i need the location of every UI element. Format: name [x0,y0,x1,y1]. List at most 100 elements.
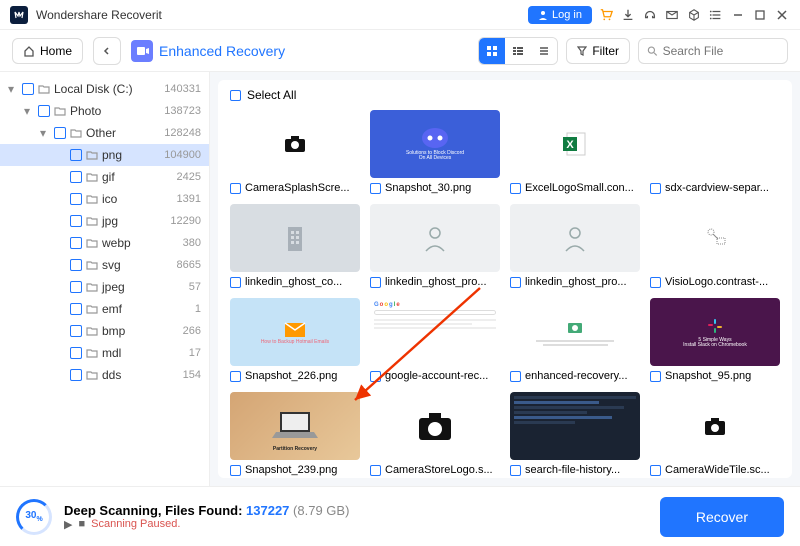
file-card[interactable]: 5 Simple WaysInstall Slack on Chromebook… [650,298,780,382]
status-main: Deep Scanning, Files Found: 137227 (8.79… [64,503,648,518]
file-card[interactable]: CameraStoreLogo.s... [370,392,500,476]
file-name: Snapshot_30.png [385,182,471,194]
minimize-icon[interactable] [730,7,746,23]
tree-row-dds[interactable]: dds154 [0,364,209,386]
folder-icon [54,105,66,117]
tree-checkbox[interactable] [70,215,82,227]
tree-count: 1 [195,303,201,315]
tree-row-gif[interactable]: gif2425 [0,166,209,188]
tree-row-ico[interactable]: ico1391 [0,188,209,210]
tree-checkbox[interactable] [54,127,66,139]
search-input[interactable] [663,44,779,58]
tree-row-bmp[interactable]: bmp266 [0,320,209,342]
tree-count: 1391 [177,193,201,205]
file-card[interactable]: Solutions to Block DiscordOn All Devices… [370,110,500,194]
file-card[interactable]: linkedin_ghost_pro... [510,204,640,288]
file-card[interactable]: enhanced-recovery... [510,298,640,382]
file-thumbnail [370,204,500,272]
file-name: ExcelLogoSmall.con... [525,182,634,194]
filter-button[interactable]: Filter [566,38,630,64]
stop-icon[interactable]: ■ [78,518,85,530]
tree-checkbox[interactable] [70,259,82,271]
file-checkbox[interactable] [230,371,241,382]
tree-checkbox[interactable] [70,369,82,381]
view-list-button[interactable] [531,38,557,64]
tree-checkbox[interactable] [70,325,82,337]
file-card[interactable]: Googlegoogle-account-rec... [370,298,500,382]
file-name: CameraStoreLogo.s... [385,464,493,476]
file-checkbox[interactable] [370,183,381,194]
file-checkbox[interactable] [230,277,241,288]
tree-row-jpeg[interactable]: jpeg57 [0,276,209,298]
file-card[interactable]: CameraWideTile.sc... [650,392,780,476]
file-card[interactable]: sdx-cardview-separ... [650,110,780,194]
file-checkbox[interactable] [370,277,381,288]
grid-scroll[interactable]: CameraSplashScre...Solutions to Block Di… [218,110,792,478]
file-checkbox[interactable] [650,465,661,476]
file-card[interactable]: linkedin_ghost_pro... [370,204,500,288]
login-button[interactable]: Log in [528,6,592,24]
file-card[interactable]: XExcelLogoSmall.con... [510,110,640,194]
select-all-checkbox[interactable] [230,90,241,101]
file-card[interactable]: VisioLogo.contrast-... [650,204,780,288]
file-card[interactable]: linkedin_ghost_co... [230,204,360,288]
tree-row-emf[interactable]: emf1 [0,298,209,320]
file-card[interactable]: How to Backup Hotmail EmailsSnapshot_226… [230,298,360,382]
tree-count: 140331 [164,83,201,95]
filter-label: Filter [592,44,619,58]
recover-button[interactable]: Recover [660,497,784,537]
tree-row-svg[interactable]: svg8665 [0,254,209,276]
file-card[interactable]: CameraSplashScre... [230,110,360,194]
download-icon[interactable] [620,7,636,23]
file-name: Snapshot_226.png [245,370,337,382]
menu-icon[interactable] [708,7,724,23]
tree-checkbox[interactable] [70,347,82,359]
tree-checkbox[interactable] [22,83,34,95]
tree-checkbox[interactable] [38,105,50,117]
tree-checkbox[interactable] [70,193,82,205]
view-grid-button[interactable] [479,38,505,64]
tree-row-webp[interactable]: webp380 [0,232,209,254]
back-button[interactable] [93,37,121,65]
file-checkbox[interactable] [650,277,661,288]
close-icon[interactable] [774,7,790,23]
file-checkbox[interactable] [510,371,521,382]
cart-icon[interactable] [598,7,614,23]
file-checkbox[interactable] [510,183,521,194]
tree-checkbox[interactable] [70,281,82,293]
file-checkbox[interactable] [510,465,521,476]
tree-row-mdl[interactable]: mdl17 [0,342,209,364]
headset-icon[interactable] [642,7,658,23]
file-card[interactable]: Partition RecoverySnapshot_239.png [230,392,360,476]
tree-checkbox[interactable] [70,171,82,183]
home-button[interactable]: Home [12,38,83,64]
file-thumbnail [650,392,780,460]
folder-icon [86,237,98,249]
file-checkbox[interactable] [230,465,241,476]
file-checkbox[interactable] [370,465,381,476]
tree-row-local-disk--c--[interactable]: ▾Local Disk (C:)140331 [0,78,209,100]
tree-row-other[interactable]: ▾Other128248 [0,122,209,144]
file-card[interactable]: search-file-history... [510,392,640,476]
file-checkbox[interactable] [650,371,661,382]
view-detail-button[interactable] [505,38,531,64]
select-all-row[interactable]: Select All [218,80,792,110]
file-checkbox[interactable] [370,371,381,382]
play-icon[interactable]: ▶ [64,518,72,531]
tree-row-png[interactable]: png104900 [0,144,209,166]
tree-count: 128248 [164,127,201,139]
tree-checkbox[interactable] [70,237,82,249]
file-checkbox[interactable] [650,183,661,194]
mode-label: Enhanced Recovery [159,43,285,59]
mail-icon[interactable] [664,7,680,23]
cube-icon[interactable] [686,7,702,23]
search-box[interactable] [638,38,788,64]
tree-row-photo[interactable]: ▾Photo138723 [0,100,209,122]
tree-row-jpg[interactable]: jpg12290 [0,210,209,232]
tree-checkbox[interactable] [70,149,82,161]
file-checkbox[interactable] [230,183,241,194]
maximize-icon[interactable] [752,7,768,23]
body: ▾Local Disk (C:)140331▾Photo138723▾Other… [0,72,800,486]
tree-checkbox[interactable] [70,303,82,315]
file-checkbox[interactable] [510,277,521,288]
